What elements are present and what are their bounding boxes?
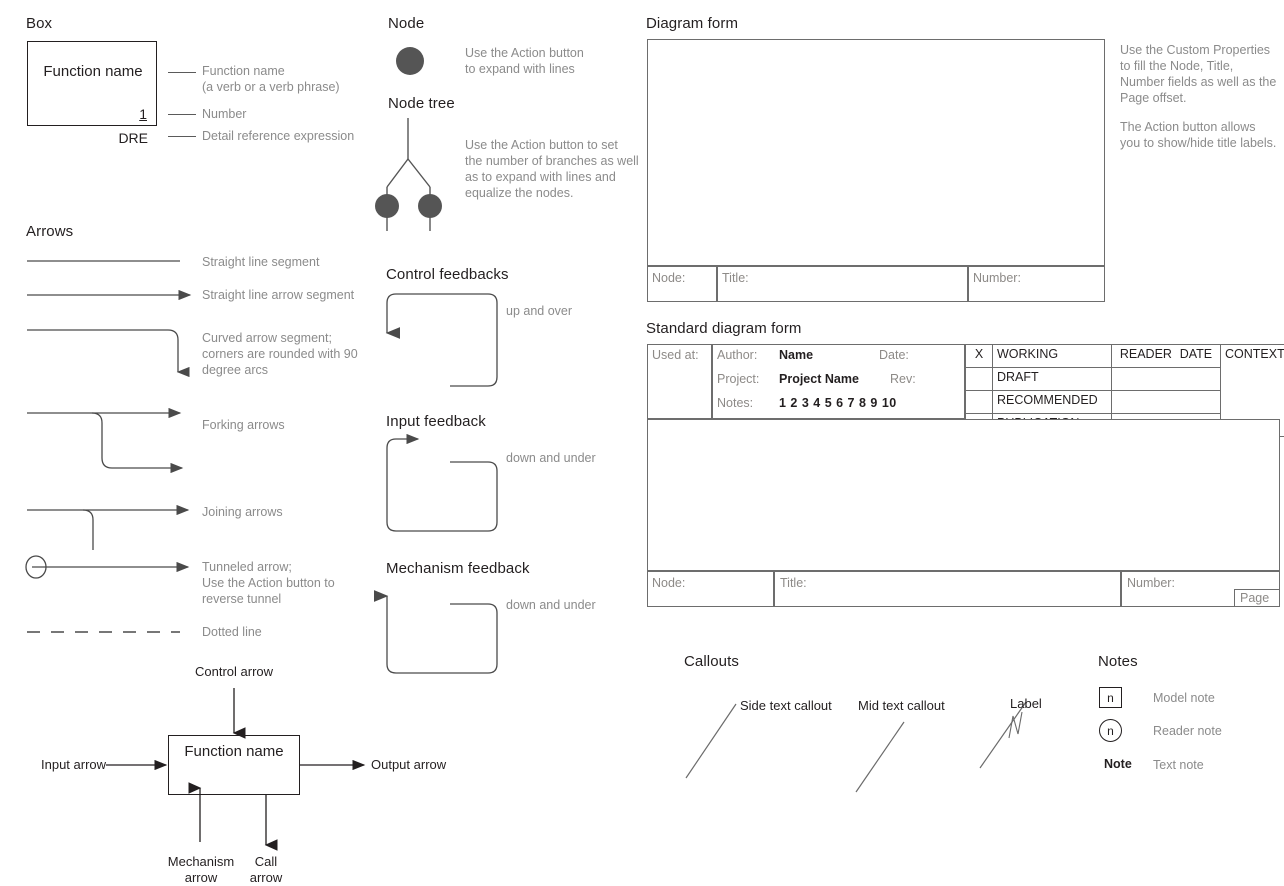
icom-label-input: Input arrow xyxy=(41,757,106,773)
section-title-node: Node xyxy=(388,15,424,32)
model-note-glyph: n xyxy=(1107,691,1114,705)
standard-form-notes-label: Notes: xyxy=(717,396,753,410)
diagram-form-title-cell[interactable] xyxy=(717,266,968,302)
standard-form-title-cell[interactable] xyxy=(774,571,1121,607)
model-note-label: Model note xyxy=(1153,690,1215,706)
reader-header: READER xyxy=(1120,347,1172,361)
status-label-draft: DRAFT xyxy=(993,368,1112,391)
input-feedback-caption: down and under xyxy=(506,450,596,466)
reader-date-draft[interactable] xyxy=(1112,368,1221,391)
leader-line-number xyxy=(168,114,196,115)
section-title-box: Box xyxy=(26,15,52,32)
arrow-label-curved-arrow: Curved arrow segment; corners are rounde… xyxy=(202,330,358,378)
standard-form-canvas[interactable] xyxy=(647,419,1280,571)
reader-note-label: Reader note xyxy=(1153,723,1222,739)
icom-label-output: Output arrow xyxy=(371,757,446,773)
text-note-label: Text note xyxy=(1153,757,1204,773)
arrow-label-straight-arrow: Straight line arrow segment xyxy=(202,287,354,303)
callout-label-label: Label xyxy=(1010,696,1042,712)
icom-label-mechanism: Mechanism arrow xyxy=(163,854,239,886)
reader-date-header: READER DATE xyxy=(1112,345,1221,368)
box-legend-function-name: Function name (a verb or a verb phrase) xyxy=(202,63,340,95)
standard-form-author-value[interactable]: Name xyxy=(779,348,813,362)
standard-form-number-label: Number: xyxy=(1127,576,1175,590)
standard-form-author-label: Author: xyxy=(717,348,757,362)
arrows-glyph-group xyxy=(20,250,220,650)
status-label-recommended: RECOMMENDED xyxy=(993,391,1112,414)
status-label-working: WORKING xyxy=(993,345,1112,368)
standard-form-notes-numbers[interactable]: 1 2 3 4 5 6 7 8 9 10 xyxy=(779,396,897,410)
arrow-label-straight-line: Straight line segment xyxy=(202,254,319,270)
diagram-form-number-label: Number: xyxy=(973,271,1021,285)
status-row-working[interactable]: X WORKING READER DATE CONTEXT: xyxy=(966,345,1284,368)
callout-label-mid: Mid text callout xyxy=(858,698,945,714)
standard-form-node-label: Node: xyxy=(652,576,685,590)
node-tree-icon xyxy=(370,115,480,235)
section-title-callouts: Callouts xyxy=(684,653,739,670)
leader-line-function-name xyxy=(168,72,196,73)
section-title-diagram-form: Diagram form xyxy=(646,15,738,32)
standard-form-project-value[interactable]: Project Name xyxy=(779,372,859,386)
section-title-node-tree: Node tree xyxy=(388,95,455,112)
input-feedback-icon xyxy=(380,430,510,540)
arrow-label-tunneled: Tunneled arrow; Use the Action button to… xyxy=(202,559,335,607)
icom-label-control: Control arrow xyxy=(195,664,273,680)
standard-form-rev-label: Rev: xyxy=(890,372,916,386)
arrow-label-forking: Forking arrows xyxy=(202,417,285,433)
text-note-icon[interactable]: Note xyxy=(1104,757,1132,771)
reader-date-recommended[interactable] xyxy=(1112,391,1221,414)
reader-note-icon[interactable]: n xyxy=(1099,719,1122,742)
node-tree-description: Use the Action button to set the number … xyxy=(465,137,639,201)
node-description: Use the Action button to expand with lin… xyxy=(465,45,584,77)
mechanism-feedback-caption: down and under xyxy=(506,597,596,613)
standard-form-usedat-label: Used at: xyxy=(652,348,699,362)
control-feedback-caption: up and over xyxy=(506,303,572,319)
section-title-standard-form: Standard diagram form xyxy=(646,320,802,337)
section-title-control-feedbacks: Control feedbacks xyxy=(386,266,509,283)
section-title-mechanism-feedback: Mechanism feedback xyxy=(386,560,530,577)
node-circle-icon xyxy=(388,45,438,81)
standard-form-project-label: Project: xyxy=(717,372,759,386)
diagram-form-note-1: Use the Custom Properties to fill the No… xyxy=(1120,42,1278,106)
box-dre: DRE xyxy=(60,130,148,146)
status-x-draft[interactable] xyxy=(966,368,993,391)
box-legend-dre: Detail reference expression xyxy=(202,128,354,144)
icom-label-call: Call arrow xyxy=(243,854,289,886)
arrow-label-dotted: Dotted line xyxy=(202,624,262,640)
diagram-form-title-label: Title: xyxy=(722,271,749,285)
model-note-icon[interactable]: n xyxy=(1099,687,1122,708)
control-feedback-icon xyxy=(380,285,510,395)
reader-note-glyph: n xyxy=(1107,724,1114,738)
callout-label-side: Side text callout xyxy=(740,698,832,714)
arrow-label-joining: Joining arrows xyxy=(202,504,283,520)
diagram-form-note-2: The Action button allows you to show/hid… xyxy=(1120,119,1278,151)
section-title-input-feedback: Input feedback xyxy=(386,413,486,430)
leader-line-dre xyxy=(168,136,196,137)
box-function-name: Function name xyxy=(38,63,148,80)
diagram-form-node-label: Node: xyxy=(652,271,685,285)
section-title-arrows: Arrows xyxy=(26,223,73,240)
box-number: 1 xyxy=(27,106,147,122)
status-x-recommended[interactable] xyxy=(966,391,993,414)
section-title-notes: Notes xyxy=(1098,653,1138,670)
standard-form-title-label: Title: xyxy=(780,576,807,590)
standard-form-page-label: Page xyxy=(1240,591,1269,605)
standard-form-date-label: Date: xyxy=(879,348,909,362)
date-header: DATE xyxy=(1180,347,1212,361)
diagram-form-canvas[interactable] xyxy=(647,39,1105,266)
status-x-header[interactable]: X xyxy=(966,345,993,368)
mechanism-feedback-icon xyxy=(380,582,510,687)
box-legend-number: Number xyxy=(202,106,246,122)
